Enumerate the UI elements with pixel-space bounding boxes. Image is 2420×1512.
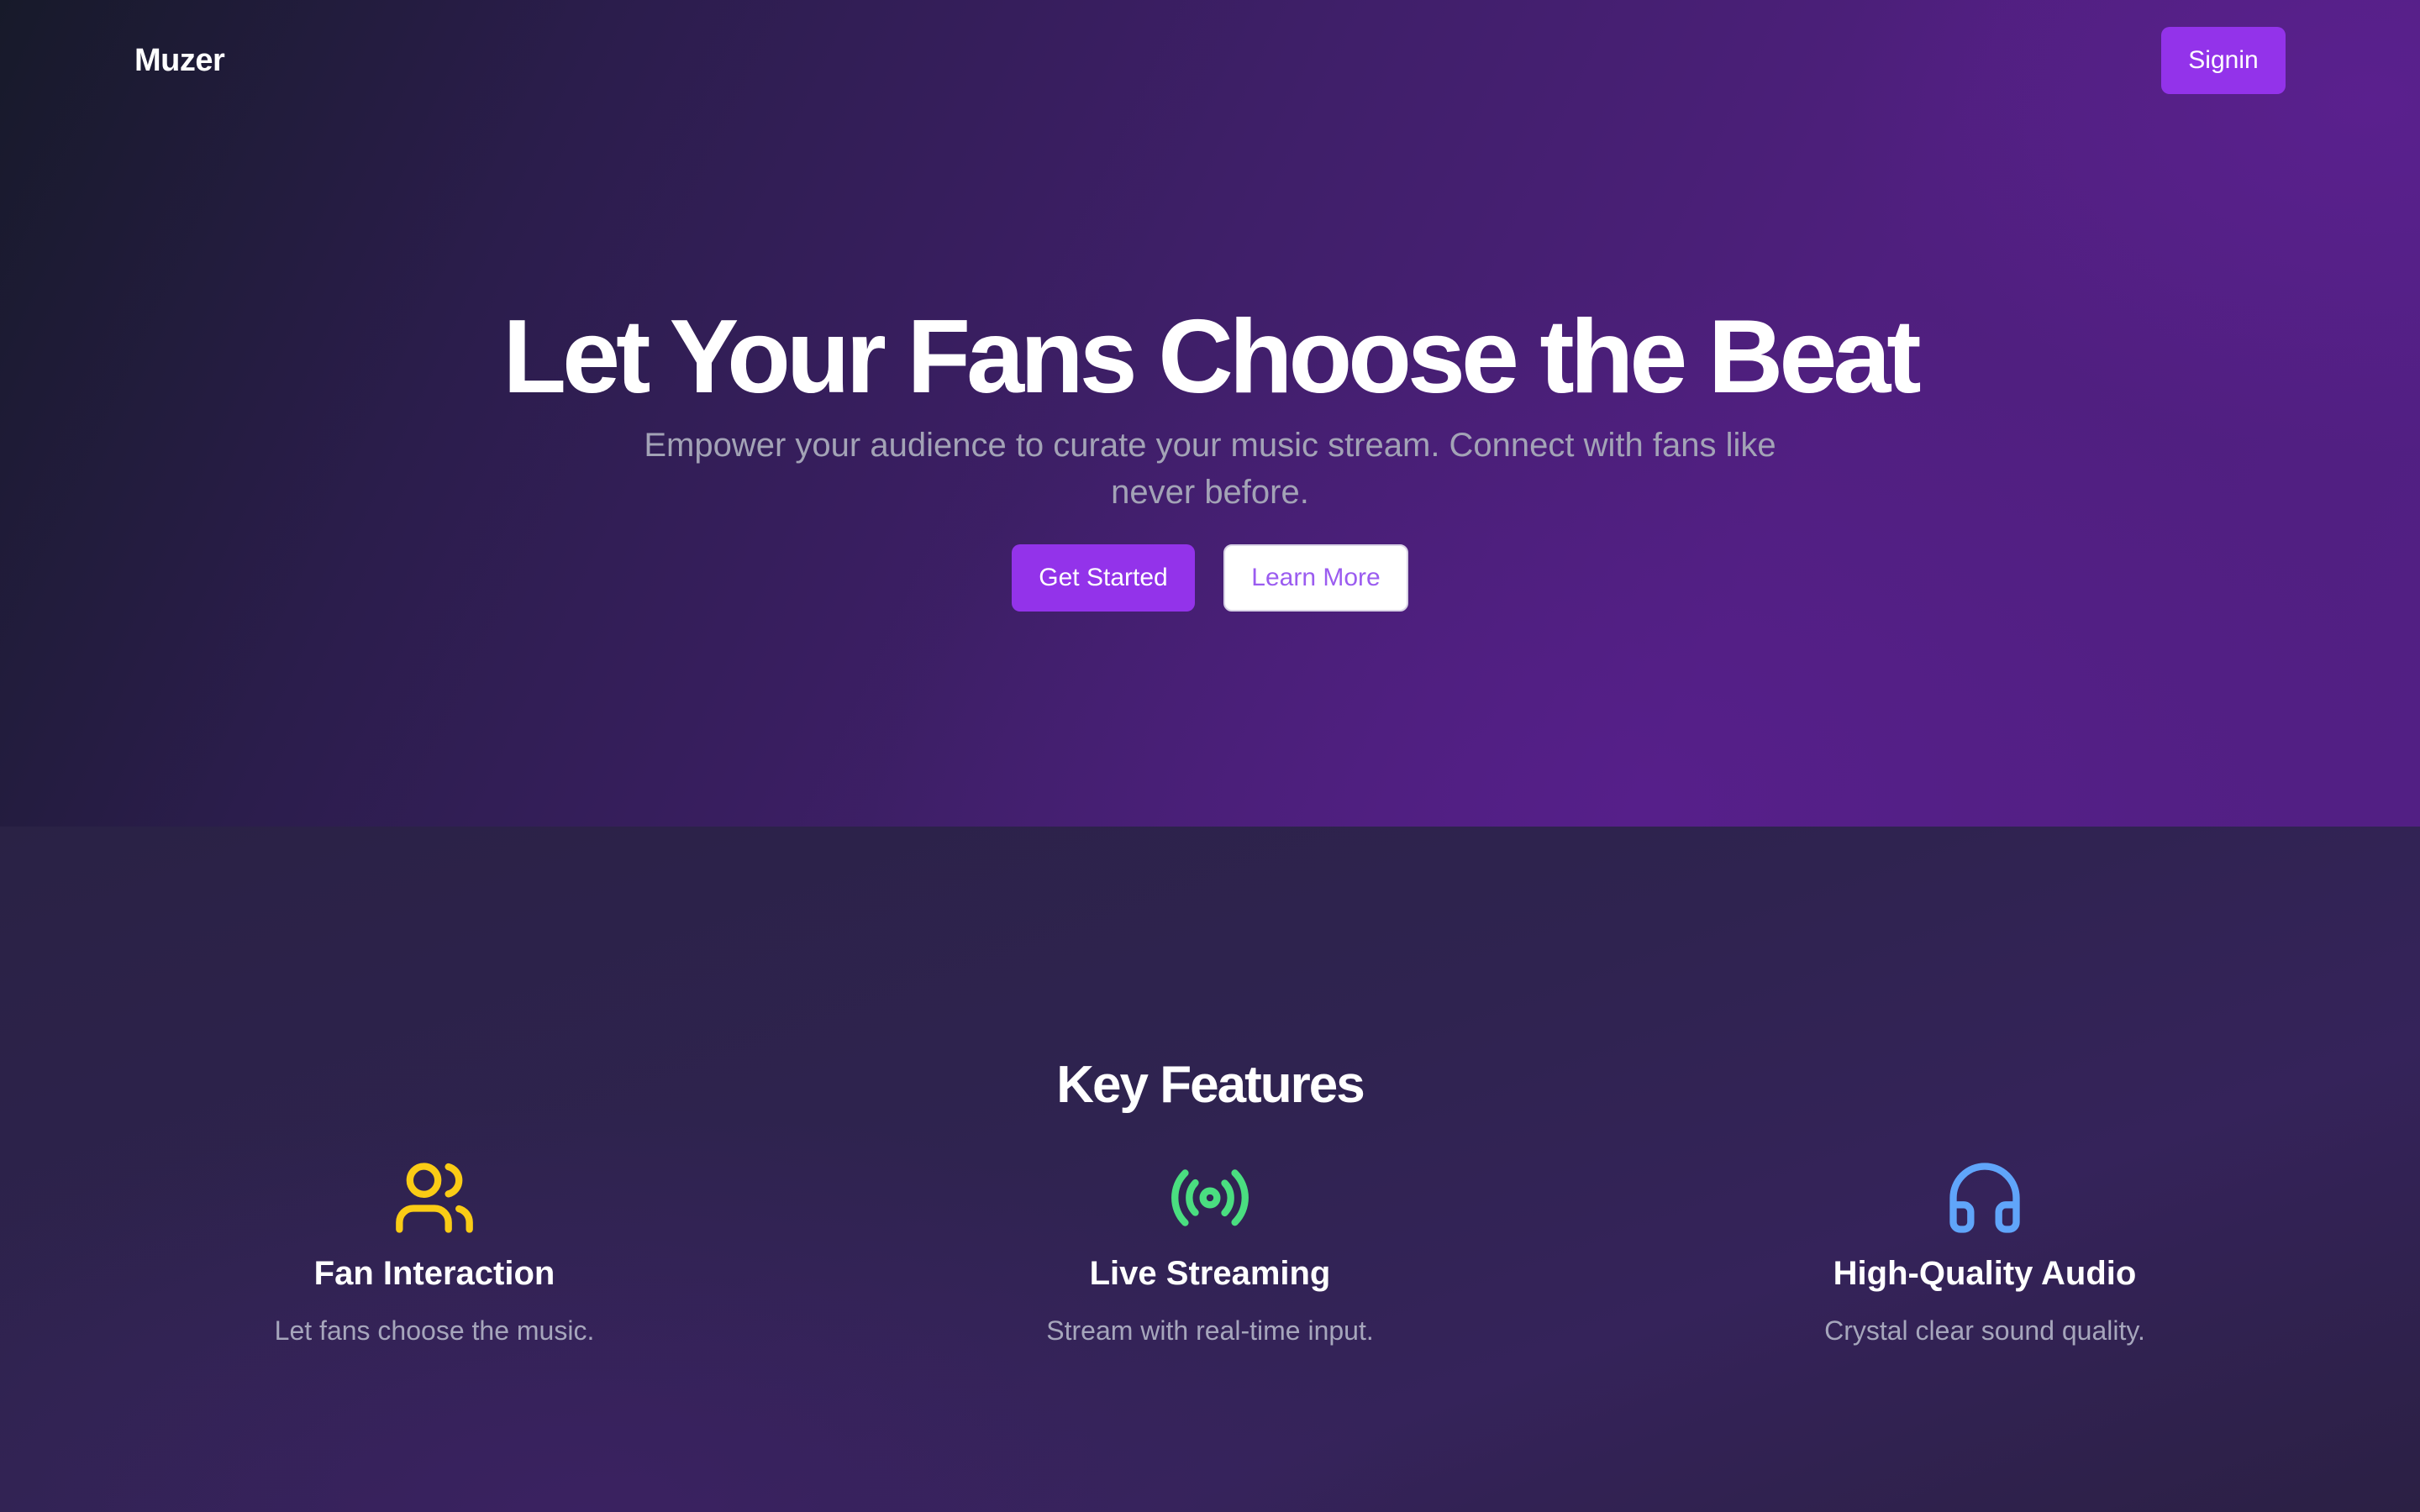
feature-card-fan-interaction: Fan Interaction Let fans choose the musi… bbox=[90, 1156, 779, 1349]
feature-title: High-Quality Audio bbox=[1833, 1255, 2137, 1292]
radio-broadcast-icon bbox=[1171, 1169, 1249, 1226]
hero-cta-group: Get Started Learn More bbox=[1012, 544, 1408, 612]
hero-subtitle: Empower your audience to curate your mus… bbox=[644, 427, 1776, 511]
hero-title: Let Your Fans Choose the Beat bbox=[502, 299, 1921, 415]
feature-card-live-streaming: Live Streaming Stream with real-time inp… bbox=[865, 1156, 1555, 1349]
signin-button[interactable]: Signin bbox=[2161, 27, 2286, 94]
brand-logo[interactable]: Muzer bbox=[134, 39, 225, 82]
features-title: Key Features bbox=[1056, 1056, 1365, 1114]
feature-description: Stream with real-time input. bbox=[1046, 1315, 1374, 1346]
feature-description: Crystal clear sound quality. bbox=[1824, 1315, 2145, 1346]
feature-description: Let fans choose the music. bbox=[274, 1315, 595, 1346]
get-started-button[interactable]: Get Started bbox=[1012, 544, 1195, 612]
learn-more-button[interactable]: Learn More bbox=[1223, 544, 1408, 612]
hero-section: Muzer Signin Let Your Fans Choose the Be… bbox=[0, 0, 2420, 827]
feature-title: Fan Interaction bbox=[313, 1255, 555, 1292]
headphones-icon bbox=[1949, 1163, 2020, 1233]
users-icon bbox=[396, 1163, 473, 1233]
feature-card-high-quality-audio: High-Quality Audio Crystal clear sound q… bbox=[1640, 1156, 2329, 1349]
feature-title: Live Streaming bbox=[1089, 1255, 1331, 1292]
